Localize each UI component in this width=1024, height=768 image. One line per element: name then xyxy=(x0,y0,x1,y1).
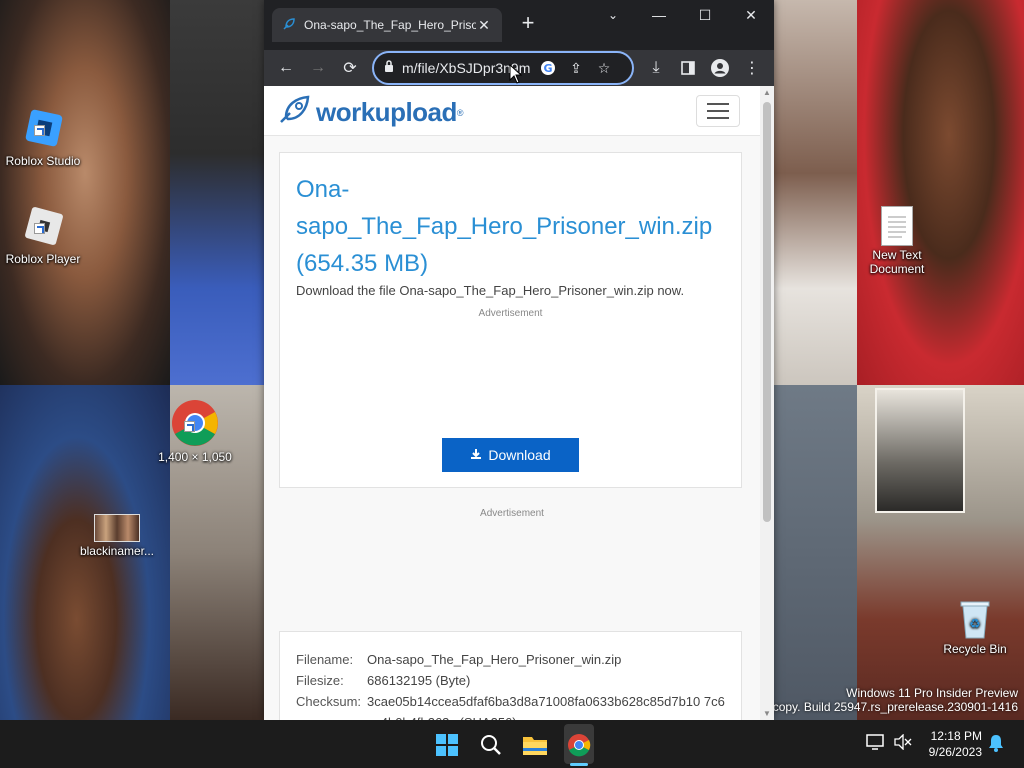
tab-title: Ona-sapo_The_Fap_Hero_Prisoner_win.zip xyxy=(304,18,476,32)
file-title: Ona- sapo_The_Fap_Hero_Prisoner_win.zip … xyxy=(296,171,726,282)
new-tab-button[interactable]: + xyxy=(516,12,540,36)
search-icon[interactable] xyxy=(471,728,511,762)
share-icon[interactable]: ⇪ xyxy=(562,54,590,82)
desktop-icon-label: New Text Document xyxy=(869,248,925,276)
scrollbar-thumb[interactable] xyxy=(763,102,771,522)
maximize-button[interactable]: ☐ xyxy=(682,0,728,32)
watermark-line: Windows 11 Pro Insider Preview xyxy=(846,686,1018,700)
filename-key: Filename: xyxy=(296,652,354,667)
wallpaper-tile xyxy=(774,385,857,720)
rocket-logo-icon xyxy=(278,95,312,130)
logo-text: workupload xyxy=(316,97,457,127)
minimize-button[interactable]: — xyxy=(636,0,682,32)
hamburger-menu-button[interactable] xyxy=(696,95,740,127)
clock-time: 12:18 PM xyxy=(930,729,982,743)
workupload-favicon-icon xyxy=(282,17,296,34)
wallpaper-tile xyxy=(170,0,265,385)
mouse-cursor-icon xyxy=(509,63,523,89)
forward-arrow-icon[interactable]: → xyxy=(302,52,334,84)
desktop-icon-label: Recycle Bin xyxy=(943,642,1007,656)
download-button-label: Download xyxy=(488,447,551,463)
svg-text:G: G xyxy=(543,62,552,75)
advertisement-label: Advertisement xyxy=(478,308,543,319)
browser-tab[interactable]: Ona-sapo_The_Fap_Hero_Prisoner_win.zip ✕ xyxy=(272,8,502,42)
wallpaper-tile xyxy=(0,0,170,385)
download-arrow-icon xyxy=(470,447,482,463)
tab-close-icon[interactable]: ✕ xyxy=(476,17,492,34)
download-icon[interactable]: ⤓ xyxy=(640,52,672,84)
desktop-icon-roblox-studio[interactable]: Roblox Studio xyxy=(0,106,86,168)
address-bar[interactable]: m/file/XbSJDpr3n9m G ⇪ ☆ xyxy=(372,51,634,85)
lock-icon xyxy=(384,59,394,77)
checksum-row: Checksum: 3cae05b14ccea5dfaf6ba3d8a71008… xyxy=(296,691,725,720)
registered-mark: ® xyxy=(456,107,464,118)
filesize-row: Filesize: 686132195 (Byte) xyxy=(296,670,725,691)
file-details-card: Filename: Ona-sapo_The_Fap_Hero_Prisoner… xyxy=(279,631,742,720)
side-panel-icon[interactable] xyxy=(672,52,704,84)
volume-muted-icon[interactable] xyxy=(894,733,912,754)
filesize-key: Filesize: xyxy=(296,673,344,688)
site-header: workupload ® xyxy=(264,86,760,136)
advertisement-label: Advertisement xyxy=(480,508,544,519)
profile-avatar-icon[interactable] xyxy=(704,52,736,84)
recycle-bin-icon: ♻ xyxy=(957,598,993,640)
file-explorer-icon[interactable] xyxy=(515,728,555,762)
system-clock[interactable]: 12:18 PM 9/26/2023 xyxy=(929,728,982,760)
scroll-down-arrow-icon[interactable]: ▼ xyxy=(763,709,771,718)
download-button[interactable]: Download xyxy=(442,438,579,472)
file-card: Ona- sapo_The_Fap_Hero_Prisoner_win.zip … xyxy=(279,152,742,488)
windows-start-icon[interactable] xyxy=(427,728,467,762)
windows-watermark: Windows 11 Pro Insider Preview on copy. … xyxy=(756,686,1018,714)
desktop-icon-recycle-bin[interactable]: ♻ Recycle Bin xyxy=(932,598,1018,656)
taskbar: 12:18 PM 9/26/2023 xyxy=(0,720,1024,768)
scroll-up-arrow-icon[interactable]: ▲ xyxy=(763,88,771,97)
desktop-icon-blackinamerica[interactable]: blackinamer... xyxy=(74,514,160,558)
roblox-player-icon xyxy=(20,204,66,250)
file-description: Download the file Ona-sapo_The_Fap_Hero_… xyxy=(296,283,685,298)
image-thumbnail-icon xyxy=(94,514,140,542)
reload-icon[interactable]: ⟳ xyxy=(334,52,366,84)
google-lens-icon[interactable]: G xyxy=(534,54,562,82)
file-title-line: Ona- xyxy=(296,176,350,203)
desktop-icon-label: Roblox Player xyxy=(5,252,81,266)
bookmark-star-icon[interactable]: ☆ xyxy=(590,54,618,82)
tab-search-chevron-icon[interactable]: ⌄ xyxy=(590,0,636,32)
watermark-line: on copy. Build 25947.rs_prerelease.23090… xyxy=(756,700,1018,714)
filename-value: Ona-sapo_The_Fap_Hero_Prisoner_win.zip xyxy=(367,652,622,667)
desktop-icon-label: 1,400 × 1,050 xyxy=(158,450,232,464)
filesize-value: 686132195 (Byte) xyxy=(367,673,471,688)
network-icon[interactable] xyxy=(866,734,884,754)
text-document-icon xyxy=(881,206,913,246)
clock-date: 9/26/2023 xyxy=(928,745,982,759)
menu-kebab-icon[interactable]: ⋮ xyxy=(736,52,768,84)
wallpaper-photo xyxy=(875,388,965,513)
chrome-window: Ona-sapo_The_Fap_Hero_Prisoner_win.zip ✕… xyxy=(264,0,774,720)
desktop-icon-label: Roblox Studio xyxy=(5,154,81,168)
close-window-button[interactable]: ✕ xyxy=(728,0,774,32)
checksum-value: 3cae05b14ccea5dfaf6ba3d8a71008fa0633b628… xyxy=(367,694,725,720)
filename-row: Filename: Ona-sapo_The_Fap_Hero_Prisoner… xyxy=(296,649,725,670)
wallpaper-tile xyxy=(774,0,857,385)
desktop-icon-label: blackinamer... xyxy=(79,544,155,558)
svg-text:♻: ♻ xyxy=(969,617,981,632)
notification-bell-icon[interactable] xyxy=(988,734,1004,756)
active-app-indicator xyxy=(570,763,588,766)
file-title-line: sapo_The_Fap_Hero_Prisoner_win.zip xyxy=(296,213,713,240)
chrome-icon xyxy=(170,398,220,448)
page-content: workupload ® Ona- sapo_The_Fap_Hero_Pris… xyxy=(264,86,760,720)
desktop-icon-roblox-player[interactable]: Roblox Player xyxy=(0,204,86,266)
wallpaper-tile xyxy=(857,0,1024,385)
workupload-logo[interactable]: workupload ® xyxy=(278,95,464,130)
roblox-studio-icon xyxy=(20,106,66,152)
back-arrow-icon[interactable]: ← xyxy=(270,52,302,84)
desktop-icon-chrome-image[interactable]: 1,400 × 1,050 xyxy=(152,398,238,464)
tab-strip: Ona-sapo_The_Fap_Hero_Prisoner_win.zip ✕… xyxy=(264,0,774,50)
checksum-key: Checksum: xyxy=(296,694,362,709)
page-scrollbar[interactable]: ▲ ▼ xyxy=(760,86,774,720)
desktop-icon-new-text-document[interactable]: New Text Document xyxy=(854,206,940,276)
chrome-taskbar-icon[interactable] xyxy=(559,728,599,762)
file-size-title: (654.35 MB) xyxy=(296,250,429,277)
